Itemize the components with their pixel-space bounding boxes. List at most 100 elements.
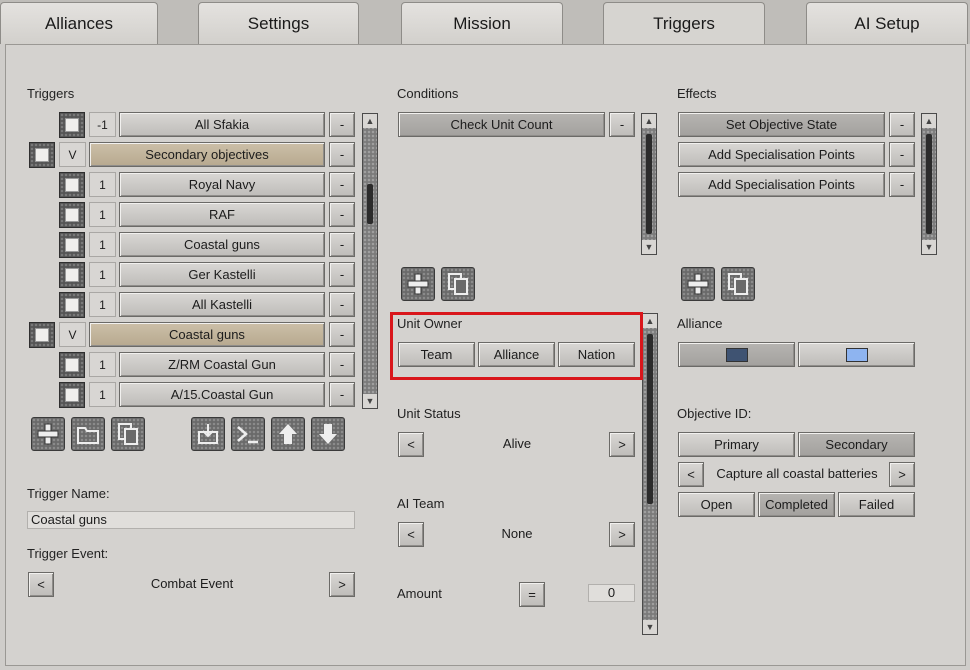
scroll-down-icon[interactable]: ▼ bbox=[363, 394, 377, 408]
trigger-item[interactable]: Royal Navy bbox=[119, 172, 325, 197]
condition-remove-button[interactable]: - bbox=[609, 112, 635, 137]
add-icon[interactable] bbox=[401, 267, 435, 301]
trigger-remove-button[interactable]: - bbox=[329, 142, 355, 167]
objective-prev-button[interactable]: < bbox=[678, 462, 704, 487]
triggers-scrollbar[interactable]: ▲ ▼ bbox=[362, 113, 378, 409]
trigger-remove-button[interactable]: - bbox=[329, 232, 355, 257]
trigger-item[interactable]: Ger Kastelli bbox=[119, 262, 325, 287]
trigger-count[interactable]: 1 bbox=[89, 382, 116, 407]
scroll-thumb[interactable] bbox=[926, 134, 932, 234]
trigger-count[interactable]: 1 bbox=[89, 172, 116, 197]
ai-team-prev-button[interactable]: < bbox=[398, 522, 424, 547]
objective-secondary-button[interactable]: Secondary bbox=[798, 432, 915, 457]
amount-label: Amount bbox=[397, 586, 442, 601]
tab-ai-setup[interactable]: AI Setup bbox=[806, 2, 968, 44]
arrow-down-icon[interactable] bbox=[311, 417, 345, 451]
effect-remove-button[interactable]: - bbox=[889, 172, 915, 197]
unit-status-prev-button[interactable]: < bbox=[398, 432, 424, 457]
alliance-option-2[interactable] bbox=[798, 342, 915, 367]
effect-remove-button[interactable]: - bbox=[889, 142, 915, 167]
scroll-thumb[interactable] bbox=[646, 134, 652, 234]
trigger-enable-checkbox[interactable] bbox=[29, 322, 55, 348]
copy-icon[interactable] bbox=[111, 417, 145, 451]
trigger-item[interactable]: RAF bbox=[119, 202, 325, 227]
effect-item[interactable]: Add Specialisation Points bbox=[678, 172, 885, 197]
effect-remove-button[interactable]: - bbox=[889, 112, 915, 137]
scroll-up-icon[interactable]: ▲ bbox=[363, 114, 377, 128]
conditions-scrollbar[interactable]: ▲ ▼ bbox=[641, 113, 657, 255]
arrow-up-icon[interactable] bbox=[271, 417, 305, 451]
trigger-count[interactable]: -1 bbox=[89, 112, 116, 137]
trigger-item[interactable]: All Sfakia bbox=[119, 112, 325, 137]
scroll-thumb[interactable] bbox=[647, 334, 653, 504]
amount-operator-button[interactable]: = bbox=[519, 582, 545, 607]
trigger-remove-button[interactable]: - bbox=[329, 292, 355, 317]
trigger-item[interactable]: A/15.Coastal Gun bbox=[119, 382, 325, 407]
trigger-remove-button[interactable]: - bbox=[329, 112, 355, 137]
add-icon[interactable] bbox=[681, 267, 715, 301]
console-icon[interactable] bbox=[231, 417, 265, 451]
trigger-enable-checkbox[interactable] bbox=[29, 142, 55, 168]
amount-input[interactable]: 0 bbox=[588, 584, 635, 602]
tab-mission[interactable]: Mission bbox=[401, 2, 563, 44]
trigger-remove-button[interactable]: - bbox=[329, 262, 355, 287]
trigger-count[interactable]: 1 bbox=[89, 352, 116, 377]
trigger-enable-checkbox[interactable] bbox=[59, 382, 85, 408]
effect-item[interactable]: Set Objective State bbox=[678, 112, 885, 137]
trigger-count[interactable]: 1 bbox=[89, 202, 116, 227]
trigger-enable-checkbox[interactable] bbox=[59, 262, 85, 288]
condition-item[interactable]: Check Unit Count bbox=[398, 112, 605, 137]
trigger-remove-button[interactable]: - bbox=[329, 382, 355, 407]
tab-alliances[interactable]: Alliances bbox=[0, 2, 158, 44]
alliance-option-1[interactable] bbox=[678, 342, 795, 367]
trigger-count[interactable]: 1 bbox=[89, 292, 116, 317]
objective-next-button[interactable]: > bbox=[889, 462, 915, 487]
trigger-enable-checkbox[interactable] bbox=[59, 292, 85, 318]
trigger-item[interactable]: Coastal guns bbox=[89, 322, 325, 347]
trigger-count[interactable]: V bbox=[59, 142, 86, 167]
import-icon[interactable] bbox=[191, 417, 225, 451]
effects-scrollbar[interactable]: ▲ ▼ bbox=[921, 113, 937, 255]
trigger-count[interactable]: V bbox=[59, 322, 86, 347]
trigger-item[interactable]: Secondary objectives bbox=[89, 142, 325, 167]
unit-status-next-button[interactable]: > bbox=[609, 432, 635, 457]
scroll-up-icon[interactable]: ▲ bbox=[642, 114, 656, 128]
scroll-down-icon[interactable]: ▼ bbox=[642, 240, 656, 254]
trigger-remove-button[interactable]: - bbox=[329, 322, 355, 347]
scroll-thumb[interactable] bbox=[367, 184, 373, 224]
scroll-up-icon[interactable]: ▲ bbox=[643, 314, 657, 328]
trigger-enable-checkbox[interactable] bbox=[59, 112, 85, 138]
trigger-event-next-button[interactable]: > bbox=[329, 572, 355, 597]
trigger-item[interactable]: Z/RM Coastal Gun bbox=[119, 352, 325, 377]
scroll-down-icon[interactable]: ▼ bbox=[643, 620, 657, 634]
trigger-item[interactable]: Coastal guns bbox=[119, 232, 325, 257]
trigger-remove-button[interactable]: - bbox=[329, 352, 355, 377]
trigger-item[interactable]: All Kastelli bbox=[119, 292, 325, 317]
scroll-down-icon[interactable]: ▼ bbox=[922, 240, 936, 254]
trigger-enable-checkbox[interactable] bbox=[59, 172, 85, 198]
trigger-remove-button[interactable]: - bbox=[329, 202, 355, 227]
trigger-count[interactable]: 1 bbox=[89, 232, 116, 257]
tab-settings[interactable]: Settings bbox=[198, 2, 359, 44]
trigger-event-prev-button[interactable]: < bbox=[28, 572, 54, 597]
objective-primary-button[interactable]: Primary bbox=[678, 432, 795, 457]
copy-icon[interactable] bbox=[721, 267, 755, 301]
tab-triggers[interactable]: Triggers bbox=[603, 2, 765, 44]
trigger-enable-checkbox[interactable] bbox=[59, 232, 85, 258]
state-completed-button[interactable]: Completed bbox=[758, 492, 835, 517]
ai-team-next-button[interactable]: > bbox=[609, 522, 635, 547]
scroll-up-icon[interactable]: ▲ bbox=[922, 114, 936, 128]
trigger-enable-checkbox[interactable] bbox=[59, 352, 85, 378]
condition-params-scrollbar[interactable]: ▲ ▼ bbox=[642, 313, 658, 635]
state-failed-button[interactable]: Failed bbox=[838, 492, 915, 517]
folder-icon[interactable] bbox=[71, 417, 105, 451]
alliance-label: Alliance bbox=[677, 316, 723, 331]
effect-item[interactable]: Add Specialisation Points bbox=[678, 142, 885, 167]
copy-icon[interactable] bbox=[441, 267, 475, 301]
trigger-enable-checkbox[interactable] bbox=[59, 202, 85, 228]
add-icon[interactable] bbox=[31, 417, 65, 451]
trigger-name-input[interactable]: Coastal guns bbox=[27, 511, 355, 529]
trigger-count[interactable]: 1 bbox=[89, 262, 116, 287]
state-open-button[interactable]: Open bbox=[678, 492, 755, 517]
trigger-remove-button[interactable]: - bbox=[329, 172, 355, 197]
